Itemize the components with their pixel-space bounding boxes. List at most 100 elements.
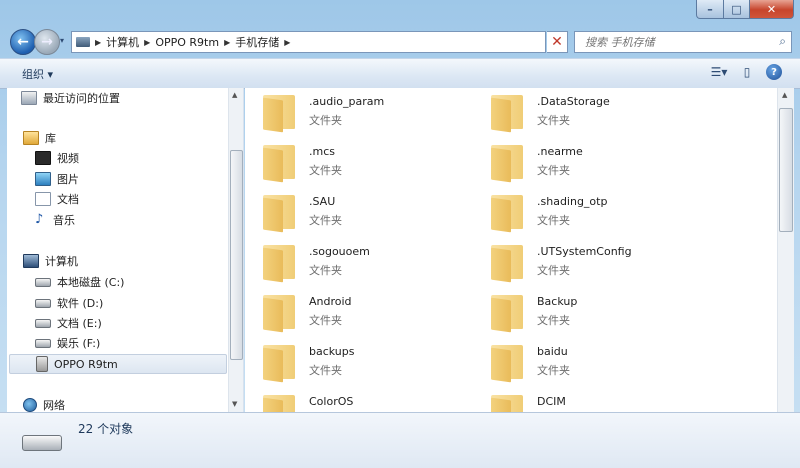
folder-type: 文件夹 [309,264,342,277]
sidebar-item-label: 音乐 [53,214,75,227]
back-button[interactable]: ← [10,29,36,55]
folder-type: 文件夹 [537,364,570,377]
scroll-up-icon[interactable]: ▲ [232,91,237,99]
folder-name: .sogouoem [309,245,370,258]
folder-name: backups [309,345,355,358]
folder-icon [263,295,295,333]
computer-icon [76,37,90,47]
folder-item[interactable]: Backup 文件夹 [473,289,693,335]
preview-pane-icon[interactable]: ▯ [738,64,756,80]
folder-item[interactable]: backups 文件夹 [245,339,465,385]
address-bar[interactable]: ▶ 计算机 ▶ OPPO R9tm ▶ 手机存储 ▶ [71,31,546,53]
document-icon [35,192,51,206]
sidebar-item-label: OPPO R9tm [54,357,118,371]
folder-item[interactable]: Android 文件夹 [245,289,465,335]
folder-item[interactable]: .audio_param 文件夹 [245,89,465,135]
sidebar-item-recent[interactable]: 最近访问的位置 [21,88,120,108]
sidebar-item-drive-e[interactable]: 文档 (E:) [35,313,102,333]
scroll-up-icon[interactable]: ▲ [782,91,787,99]
hard-drive-icon [35,318,51,328]
sidebar-item-computer[interactable]: 计算机 [23,251,78,271]
sidebar-item-oppo-device[interactable]: OPPO R9tm [9,354,227,374]
close-button[interactable]: ✕ [750,0,794,19]
folder-icon [491,195,523,233]
caption-buttons: – □ ✕ [696,0,794,19]
navigation-bar: ← → ▾ ▶ 计算机 ▶ OPPO R9tm ▶ 手机存储 ▶ ✕ ⌕ [0,27,800,57]
search-icon[interactable]: ⌕ [779,34,786,49]
folder-item[interactable]: baidu 文件夹 [473,339,693,385]
sidebar-item-label: 文档 (E:) [57,317,102,330]
folder-name: ColorOS [309,395,354,408]
sidebar-item-library[interactable]: 库 [23,128,56,148]
folder-item[interactable]: .UTSystemConfig 文件夹 [473,239,693,285]
sidebar-item-music[interactable]: ♪ 音乐 [35,210,75,230]
removable-drive-icon [22,435,62,451]
picture-icon [35,172,51,186]
content-scrollbar[interactable]: ▲ [777,88,794,412]
sidebar-item-drive-d[interactable]: 软件 (D:) [35,293,103,313]
maximize-button[interactable]: □ [724,0,750,19]
sidebar-item-pictures[interactable]: 图片 [35,169,79,189]
music-note-icon: ♪ [35,212,44,227]
folder-type: 文件夹 [537,264,570,277]
folder-item[interactable]: .SAU 文件夹 [245,189,465,235]
phone-icon [36,356,48,372]
folder-name: .DataStorage [537,95,610,108]
folder-item[interactable]: .mcs 文件夹 [245,139,465,185]
organize-menu[interactable]: 组织 ▾ [22,66,53,82]
chevron-right-icon: ▶ [144,37,151,47]
folder-item[interactable]: .shading_otp 文件夹 [473,189,693,235]
folder-item[interactable]: ColorOS文件夹 [245,389,465,412]
recent-places-icon [21,91,37,105]
change-view-icon[interactable]: ☰▾ [710,64,728,80]
folder-name: .shading_otp [537,195,608,208]
item-count: 22 个对象 [78,422,134,436]
folder-type: 文件夹 [537,314,570,327]
sidebar-item-label: 库 [45,132,56,145]
folder-icon [491,395,523,412]
sidebar-scroll-thumb[interactable] [230,150,243,360]
sidebar-item-label: 文档 [57,193,79,206]
hard-drive-icon [35,298,51,308]
sidebar-item-drive-c[interactable]: 本地磁盘 (C:) [35,272,124,292]
breadcrumb-device[interactable]: OPPO R9tm [155,36,219,49]
folder-name: DCIM [537,395,566,408]
help-icon[interactable]: ? [766,64,782,80]
folder-name: .mcs [309,145,335,158]
minimize-button[interactable]: – [696,0,724,19]
folder-icon [491,145,523,183]
breadcrumb-storage[interactable]: 手机存储 [235,34,279,50]
arrow-right-icon: → [41,34,53,50]
folder-icon [263,395,295,412]
folder-item[interactable]: DCIM文件夹 [473,389,693,412]
sidebar-item-drive-f[interactable]: 娱乐 (F:) [35,333,100,353]
folder-icon [491,95,523,133]
scroll-down-icon[interactable]: ▼ [232,400,237,408]
chevron-right-icon: ▶ [284,37,291,47]
search-input[interactable] [583,34,767,50]
sidebar-scrollbar[interactable]: ▲ ▼ [228,88,243,412]
sidebar-item-label: 最近访问的位置 [43,92,120,105]
view-controls: ☰▾ ▯ ? [710,64,782,80]
folder-item[interactable]: .DataStorage 文件夹 [473,89,693,135]
content-scroll-thumb[interactable] [779,108,793,232]
forward-button[interactable]: → [34,29,60,55]
sidebar-item-documents[interactable]: 文档 [35,189,79,209]
chevron-right-icon: ▶ [95,37,102,47]
recent-pages-dropdown[interactable]: ▾ [60,36,68,46]
sidebar-item-videos[interactable]: 视频 [35,148,79,168]
folder-icon [491,295,523,333]
sidebar-item-label: 图片 [57,173,79,186]
breadcrumb-computer[interactable]: 计算机 [106,34,139,50]
folder-item[interactable]: .sogouoem 文件夹 [245,239,465,285]
folder-name: .SAU [309,195,336,208]
sidebar-item-label: 软件 (D:) [57,297,104,310]
computer-icon [23,254,39,268]
stop-button[interactable]: ✕ [547,31,568,53]
folder-type: 文件夹 [309,364,342,377]
search-box[interactable]: ⌕ [574,31,792,53]
folder-name: .nearme [537,145,583,158]
folder-item[interactable]: .nearme 文件夹 [473,139,693,185]
folder-type: 文件夹 [309,214,342,227]
folder-icon [263,245,295,283]
